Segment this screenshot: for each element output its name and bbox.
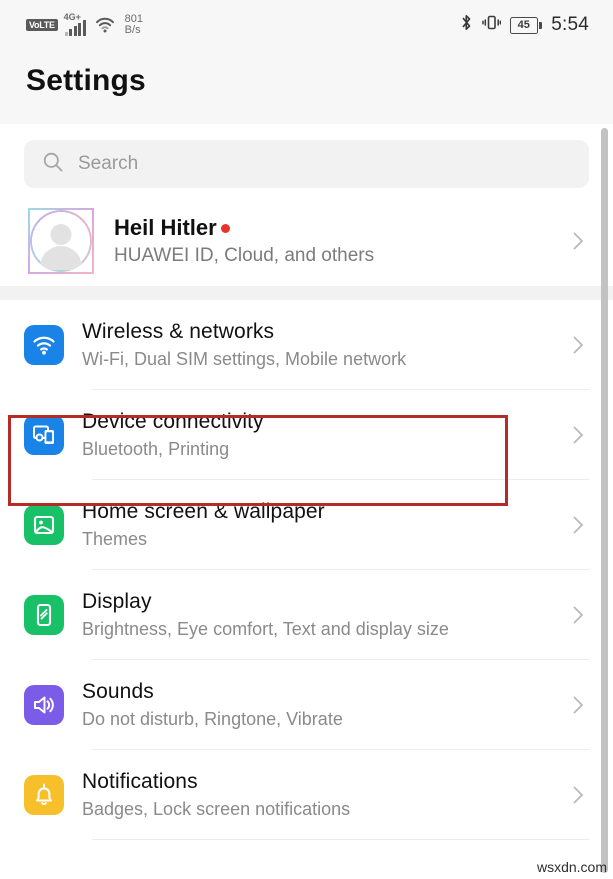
signal-bars-icon [64,20,86,36]
list-item-sounds[interactable]: Sounds Do not disturb, Ringtone, Vibrate [0,660,613,750]
vibrate-icon [481,13,501,37]
volte-icon: VoLTE [26,19,58,31]
phone-display-icon [24,595,64,635]
watermark: wsxdn.com [536,859,607,875]
profile-texts: Heil Hitler HUAWEI ID, Cloud, and others [114,215,547,267]
avatar [28,208,94,274]
list-item-texts: Notifications Badges, Lock screen notifi… [82,770,549,820]
search-area: Search [0,124,613,200]
image-icon [24,505,64,545]
list-item-device-connectivity[interactable]: Device connectivity Bluetooth, Printing [0,390,613,480]
chevron-right-icon [567,694,589,716]
profile-subtitle: HUAWEI ID, Cloud, and others [114,245,375,266]
chevron-right-icon [567,334,589,356]
network-type-label: 4G+ [63,12,81,22]
list-item-title: Wireless & networks [82,320,275,343]
settings-list: Wireless & networks Wi-Fi, Dual SIM sett… [0,300,613,840]
search-icon [42,151,64,178]
chevron-right-icon [567,424,589,446]
bell-icon [24,775,64,815]
list-item-subtitle: Brightness, Eye comfort, Text and displa… [82,619,449,639]
status-bar-right: 45 5:54 [460,13,589,37]
list-item-subtitle: Wi-Fi, Dual SIM settings, Mobile network [82,349,407,369]
bluetooth-icon [460,13,473,37]
list-item-texts: Sounds Do not disturb, Ringtone, Vibrate [82,680,549,730]
chevron-right-icon [567,784,589,806]
chevron-right-icon [567,514,589,536]
profile-row[interactable]: Heil Hitler HUAWEI ID, Cloud, and others [0,200,613,286]
cellular-signal-icon: 4G+ [63,12,86,36]
row-divider [92,839,589,840]
wifi-icon [95,17,115,33]
section-divider [0,286,613,300]
clock: 5:54 [551,14,589,35]
wifi-icon [24,325,64,365]
status-bar-left: VoLTE 4G+ 801 B/s [26,12,143,36]
avatar-placeholder-icon [50,224,72,245]
battery-icon: 45 [509,16,543,34]
devices-icon [24,415,64,455]
battery-level: 45 [517,18,530,31]
notification-dot [220,223,230,233]
status-bar: VoLTE 4G+ 801 B/s 45 5:54 [0,0,613,50]
search-placeholder: Search [78,153,139,174]
profile-name: Heil Hitler [114,215,217,240]
list-item-subtitle: Do not disturb, Ringtone, Vibrate [82,709,343,729]
network-speed: 801 B/s [125,14,143,36]
list-item-title: Sounds [82,680,154,703]
list-item-title: Device connectivity [82,410,264,433]
list-item-texts: Display Brightness, Eye comfort, Text an… [82,590,549,640]
list-item-texts: Device connectivity Bluetooth, Printing [82,410,549,460]
list-item-texts: Wireless & networks Wi-Fi, Dual SIM sett… [82,320,549,370]
list-item-title: Notifications [82,770,198,793]
page-header: Settings [0,50,613,124]
profile-name-wrap: Heil Hitler [114,215,547,241]
chevron-right-icon [567,604,589,626]
list-item-texts: Home screen & wallpaper Themes [82,500,549,550]
list-item-title: Display [82,590,152,613]
speaker-icon [24,685,64,725]
page-title: Settings [26,64,146,97]
chevron-right-icon [567,230,589,252]
list-item-wireless-networks[interactable]: Wireless & networks Wi-Fi, Dual SIM sett… [0,300,613,390]
list-item-subtitle: Themes [82,529,148,549]
list-item-subtitle: Bluetooth, Printing [82,439,230,459]
network-speed-unit: B/s [124,24,141,36]
list-item-title: Home screen & wallpaper [82,500,325,523]
list-item-display[interactable]: Display Brightness, Eye comfort, Text an… [0,570,613,660]
list-item-notifications[interactable]: Notifications Badges, Lock screen notifi… [0,750,613,840]
list-item-subtitle: Badges, Lock screen notifications [82,799,351,819]
vertical-scrollbar[interactable] [601,128,608,873]
search-input[interactable]: Search [24,140,589,188]
list-item-home-screen-wallpaper[interactable]: Home screen & wallpaper Themes [0,480,613,570]
